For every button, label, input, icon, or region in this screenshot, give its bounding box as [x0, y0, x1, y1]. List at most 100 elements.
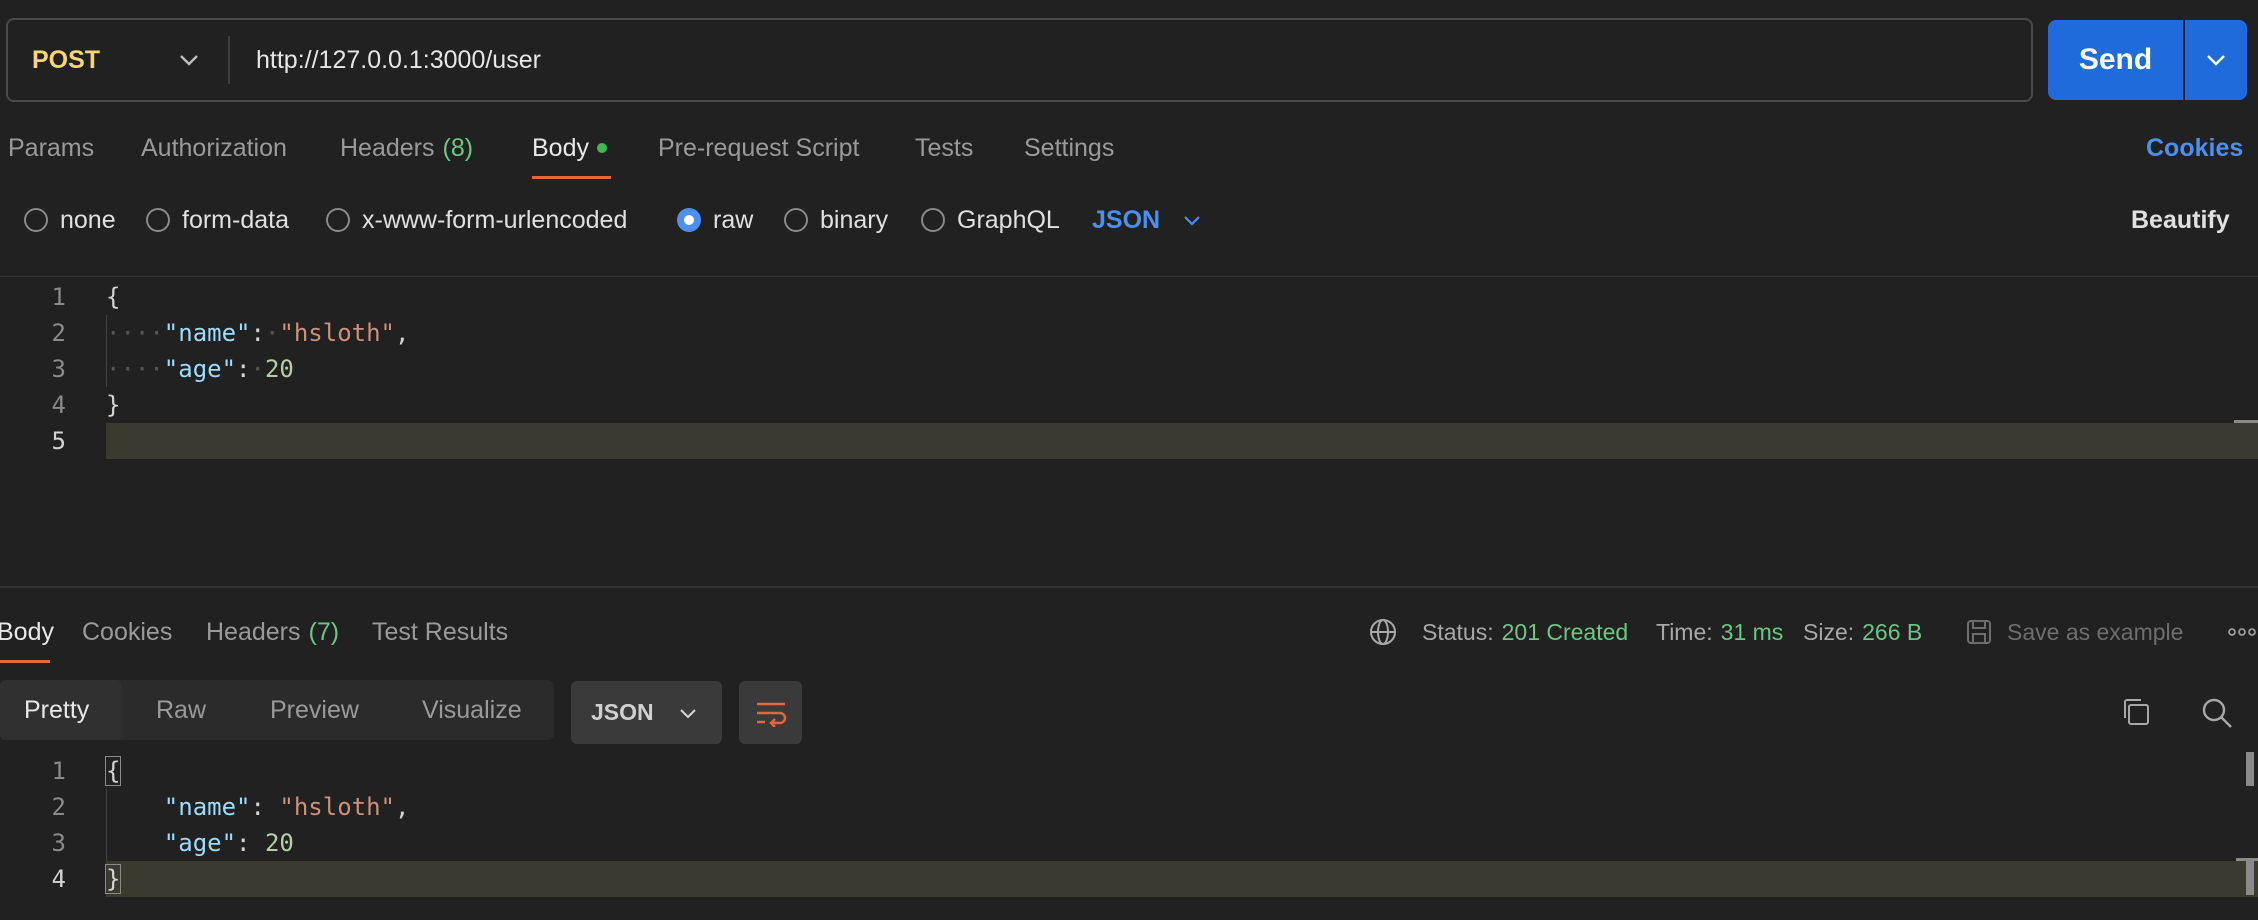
radio-icon — [784, 208, 808, 232]
code-line-current: 4 } — [0, 861, 2258, 897]
tab-headers[interactable]: Headers (8) — [340, 128, 473, 168]
tab-label: Pre-request Script — [658, 133, 860, 162]
radio-urlencoded[interactable]: x-www-form-urlencoded — [326, 200, 627, 240]
tab-settings[interactable]: Settings — [1024, 128, 1114, 168]
send-label: Send — [2078, 43, 2153, 76]
radio-icon — [326, 208, 350, 232]
radio-form-data[interactable]: form-data — [146, 200, 289, 240]
wrap-lines-icon — [756, 702, 786, 727]
code-line: 2 "name": "hsloth", — [0, 789, 2258, 825]
beautify-label: Beautify — [2131, 205, 2230, 234]
colon: : — [236, 829, 251, 857]
size-value: 266 B — [1862, 618, 1923, 645]
response-format-select[interactable]: JSON — [571, 681, 722, 744]
radio-binary[interactable]: binary — [784, 200, 888, 240]
tab-label: Settings — [1024, 133, 1115, 162]
radio-icon — [146, 208, 170, 232]
view-preview[interactable]: Preview — [270, 680, 359, 740]
method-label: POST — [32, 45, 101, 74]
json-key: "name" — [163, 793, 251, 821]
radio-graphql[interactable]: GraphQL — [921, 200, 1060, 240]
format-label: JSON — [591, 699, 654, 725]
active-tab-indicator — [0, 660, 50, 663]
tab-params[interactable]: Params — [8, 128, 94, 168]
radio-label: raw — [713, 205, 754, 234]
json-number: 20 — [264, 829, 294, 857]
tab-body[interactable]: Body — [532, 128, 607, 168]
headers-count: (7) — [308, 617, 340, 646]
code-text: } — [104, 864, 122, 894]
wrap-lines-button[interactable] — [739, 681, 802, 744]
view-raw[interactable]: Raw — [156, 680, 206, 740]
json-key: "age" — [163, 355, 237, 383]
whitespace-marker: ···· — [106, 319, 164, 347]
save-as-example-button[interactable]: Save as example — [1965, 614, 2183, 650]
response-tab-test-results[interactable]: Test Results — [372, 614, 508, 650]
method-select[interactable]: POST — [32, 20, 100, 100]
line-number: 4 — [51, 865, 66, 893]
radio-label: none — [60, 205, 116, 234]
radio-raw[interactable]: raw — [677, 200, 753, 240]
indent-guide — [106, 315, 107, 387]
send-options-button[interactable] — [2185, 20, 2247, 100]
json-string: "hsloth" — [279, 319, 395, 347]
editor-scrollbar[interactable] — [2234, 420, 2258, 423]
modified-dot — [596, 143, 607, 153]
code-line: 2 ····"name":·"hsloth", — [0, 315, 2258, 351]
size-label: Size: — [1803, 618, 1855, 645]
response-time[interactable]: Time: 31 ms — [1656, 614, 1783, 650]
radio-label: GraphQL — [957, 205, 1060, 234]
more-options-icon[interactable] — [2228, 614, 2258, 650]
view-visualize[interactable]: Visualize — [422, 680, 522, 740]
radio-none[interactable]: none — [24, 200, 116, 240]
code-line: 1 { — [0, 279, 2258, 315]
send-button[interactable]: Send — [2048, 20, 2183, 100]
json-string: "hsloth" — [279, 793, 395, 821]
tab-label: Headers — [206, 617, 301, 646]
radio-icon — [921, 208, 945, 232]
search-icon[interactable] — [2200, 696, 2234, 735]
save-icon — [1967, 620, 1991, 644]
response-scrollbar[interactable] — [2246, 752, 2254, 786]
line-number: 3 — [51, 829, 66, 857]
chevron-down-icon — [2207, 55, 2225, 66]
line-number: 1 — [51, 757, 66, 785]
json-key: "age" — [163, 829, 237, 857]
view-label: Visualize — [422, 695, 522, 724]
json-key: "name" — [163, 319, 251, 347]
active-tab-indicator — [532, 176, 611, 179]
response-size[interactable]: Size: 266 B — [1803, 614, 1922, 650]
beautify-button[interactable]: Beautify — [2131, 200, 2230, 240]
response-tab-cookies[interactable]: Cookies — [82, 614, 172, 650]
tab-label: Body — [0, 617, 54, 646]
response-status[interactable]: Status: 201 Created — [1422, 614, 1628, 650]
code-line: 3 "age": 20 — [0, 825, 2258, 861]
url-input[interactable]: http://127.0.0.1:3000/user — [256, 20, 541, 100]
view-pretty[interactable]: Pretty — [24, 680, 89, 740]
colon: : — [250, 793, 265, 821]
response-scroll-marker-bar — [2246, 861, 2254, 895]
globe-icon[interactable] — [1368, 614, 1398, 650]
tab-tests[interactable]: Tests — [915, 128, 973, 168]
chevron-down-icon[interactable] — [178, 20, 200, 100]
code-text: "age": 20 — [106, 829, 294, 857]
response-tab-headers[interactable]: Headers (7) — [206, 614, 339, 650]
json-number: 20 — [264, 355, 294, 383]
format-label: JSON — [1092, 205, 1161, 234]
url-bar: POST http://127.0.0.1:3000/user — [6, 18, 2033, 102]
body-format-select[interactable]: JSON — [1092, 200, 1202, 240]
tab-label: Body — [532, 133, 589, 162]
tab-pre-request-script[interactable]: Pre-request Script — [658, 128, 859, 168]
comma: , — [395, 793, 410, 821]
save-example-label: Save as example — [2007, 618, 2184, 645]
chevron-down-icon — [679, 708, 696, 719]
cookies-link[interactable]: Cookies — [2146, 128, 2243, 168]
code-text: ····"name":·"hsloth", — [106, 319, 410, 347]
response-tab-body[interactable]: Body — [0, 614, 54, 650]
copy-icon[interactable] — [2120, 696, 2152, 733]
indent-guide — [106, 789, 107, 861]
pane-divider[interactable] — [0, 586, 2258, 588]
view-label: Preview — [270, 695, 359, 724]
brace: { — [106, 283, 121, 311]
tab-authorization[interactable]: Authorization — [141, 128, 287, 168]
